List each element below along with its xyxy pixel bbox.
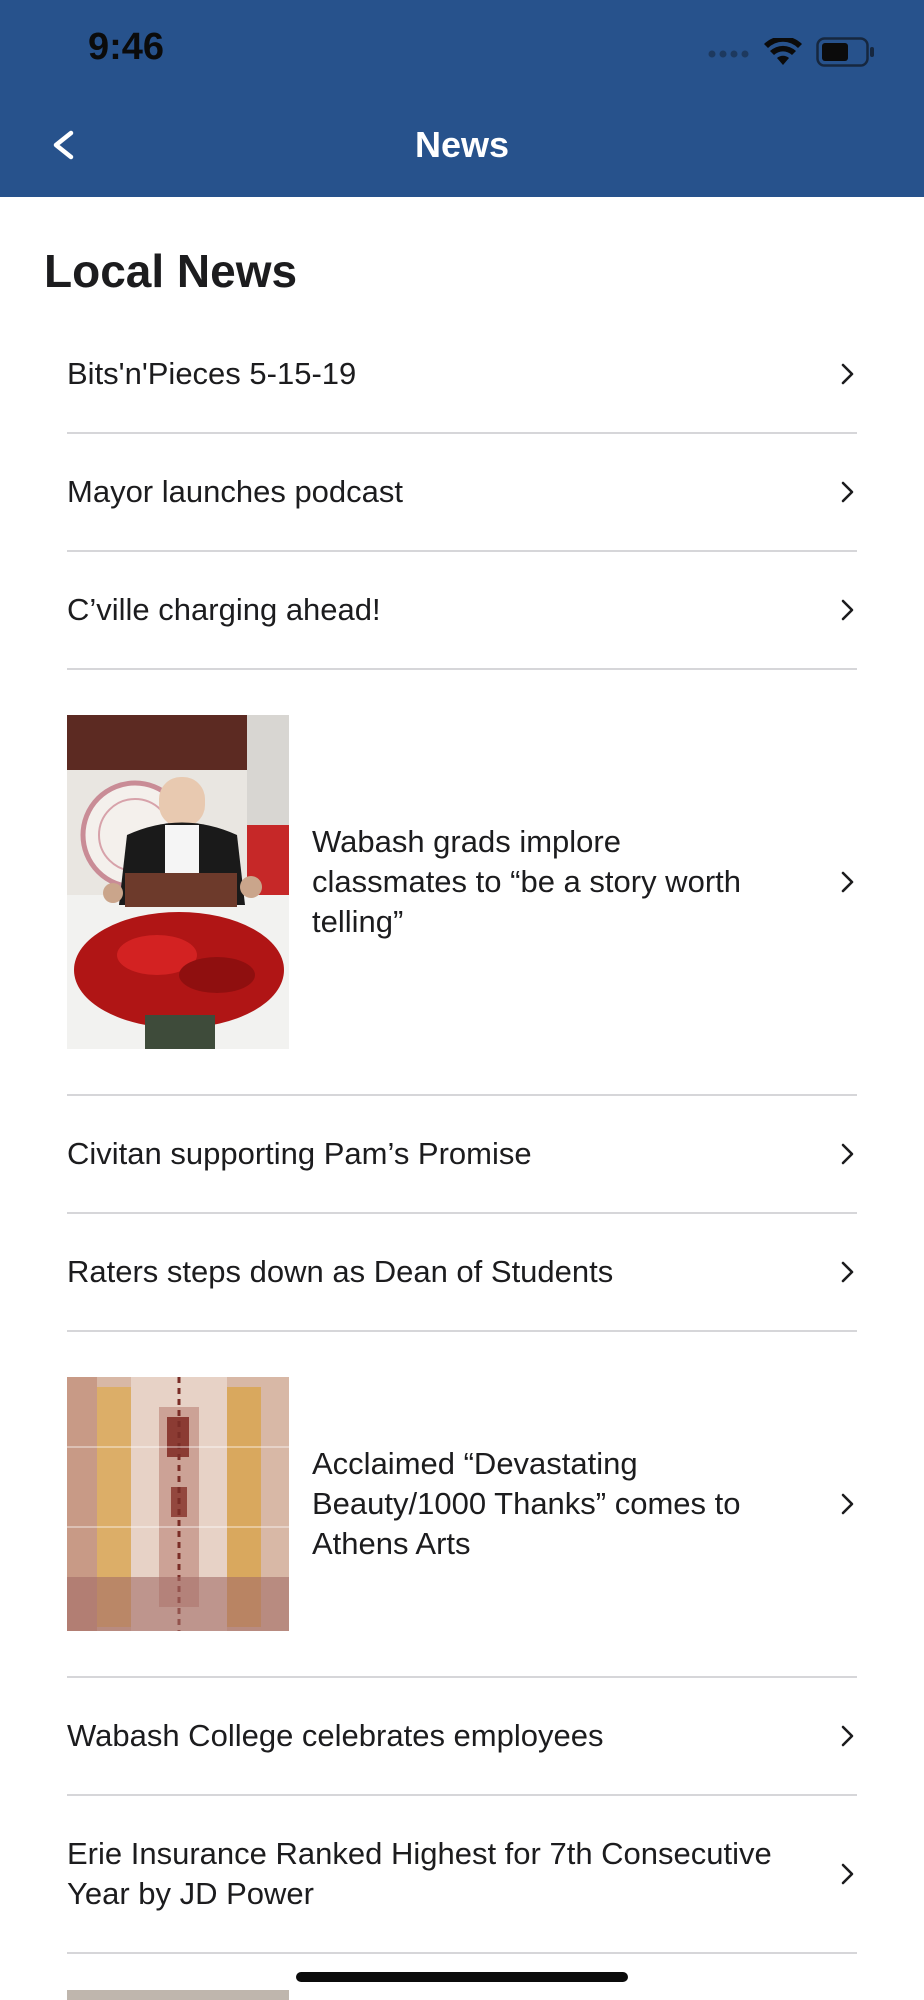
chevron-right-icon xyxy=(841,1493,854,1515)
app-header: 9:46 News xyxy=(0,0,924,197)
news-item[interactable]: Wabash College celebrates employees xyxy=(67,1678,857,1796)
home-indicator[interactable] xyxy=(296,1972,628,1982)
status-icons xyxy=(708,32,876,72)
news-item[interactable]: Acclaimed “Devastating Beauty/1000 Thank… xyxy=(67,1332,857,1678)
news-item-title: Raters steps down as Dean of Students xyxy=(67,1254,614,1289)
graduation-speaker-photo xyxy=(67,715,289,1049)
news-item[interactable]: Mayor launches podcast xyxy=(67,434,857,552)
page-title: News xyxy=(414,124,510,165)
chevron-right-icon xyxy=(841,599,854,621)
chevron-right-icon xyxy=(841,363,854,385)
news-item[interactable]: Civitan supporting Pam’s Promise xyxy=(67,1096,857,1214)
chevron-right-icon xyxy=(841,1261,854,1283)
battery-icon xyxy=(816,37,874,67)
chevron-right-icon xyxy=(841,481,854,503)
news-item-title: Wabash grads implore classmates to “be a… xyxy=(312,824,741,939)
news-item-title: Wabash College celebrates employees xyxy=(67,1718,604,1753)
news-item[interactable]: Wabash grads implore classmates to “be a… xyxy=(67,670,857,1096)
news-thumbnail xyxy=(67,715,289,1049)
section-title: Local News xyxy=(44,245,298,297)
news-list: Bits'n'Pieces 5-15-19 Mayor launches pod… xyxy=(67,316,857,1954)
wifi-icon xyxy=(764,38,802,65)
news-thumbnail xyxy=(67,1377,289,1631)
news-item-title: Bits'n'Pieces 5-15-19 xyxy=(67,356,357,391)
chevron-right-icon xyxy=(841,871,854,893)
chevron-right-icon xyxy=(841,1863,854,1885)
next-item-thumbnail-peek xyxy=(67,1990,289,2000)
artwork-photo xyxy=(67,1377,289,1631)
chevron-right-icon xyxy=(841,1725,854,1747)
news-item[interactable]: Bits'n'Pieces 5-15-19 xyxy=(67,316,857,434)
news-item-title: Civitan supporting Pam’s Promise xyxy=(67,1136,532,1171)
news-item-title: C’ville charging ahead! xyxy=(67,592,381,627)
chevron-right-icon xyxy=(841,1143,854,1165)
status-time: 9:46 xyxy=(88,26,165,68)
news-item-title: Mayor launches podcast xyxy=(67,474,404,509)
news-item-title: Erie Insurance Ranked Highest for 7th Co… xyxy=(67,1836,772,1911)
news-item[interactable]: Erie Insurance Ranked Highest for 7th Co… xyxy=(67,1796,857,1954)
news-item[interactable]: Raters steps down as Dean of Students xyxy=(67,1214,857,1332)
news-item[interactable]: C’ville charging ahead! xyxy=(67,552,857,670)
news-item-title: Acclaimed “Devastating Beauty/1000 Thank… xyxy=(312,1446,741,1561)
signal-icon xyxy=(708,50,749,58)
